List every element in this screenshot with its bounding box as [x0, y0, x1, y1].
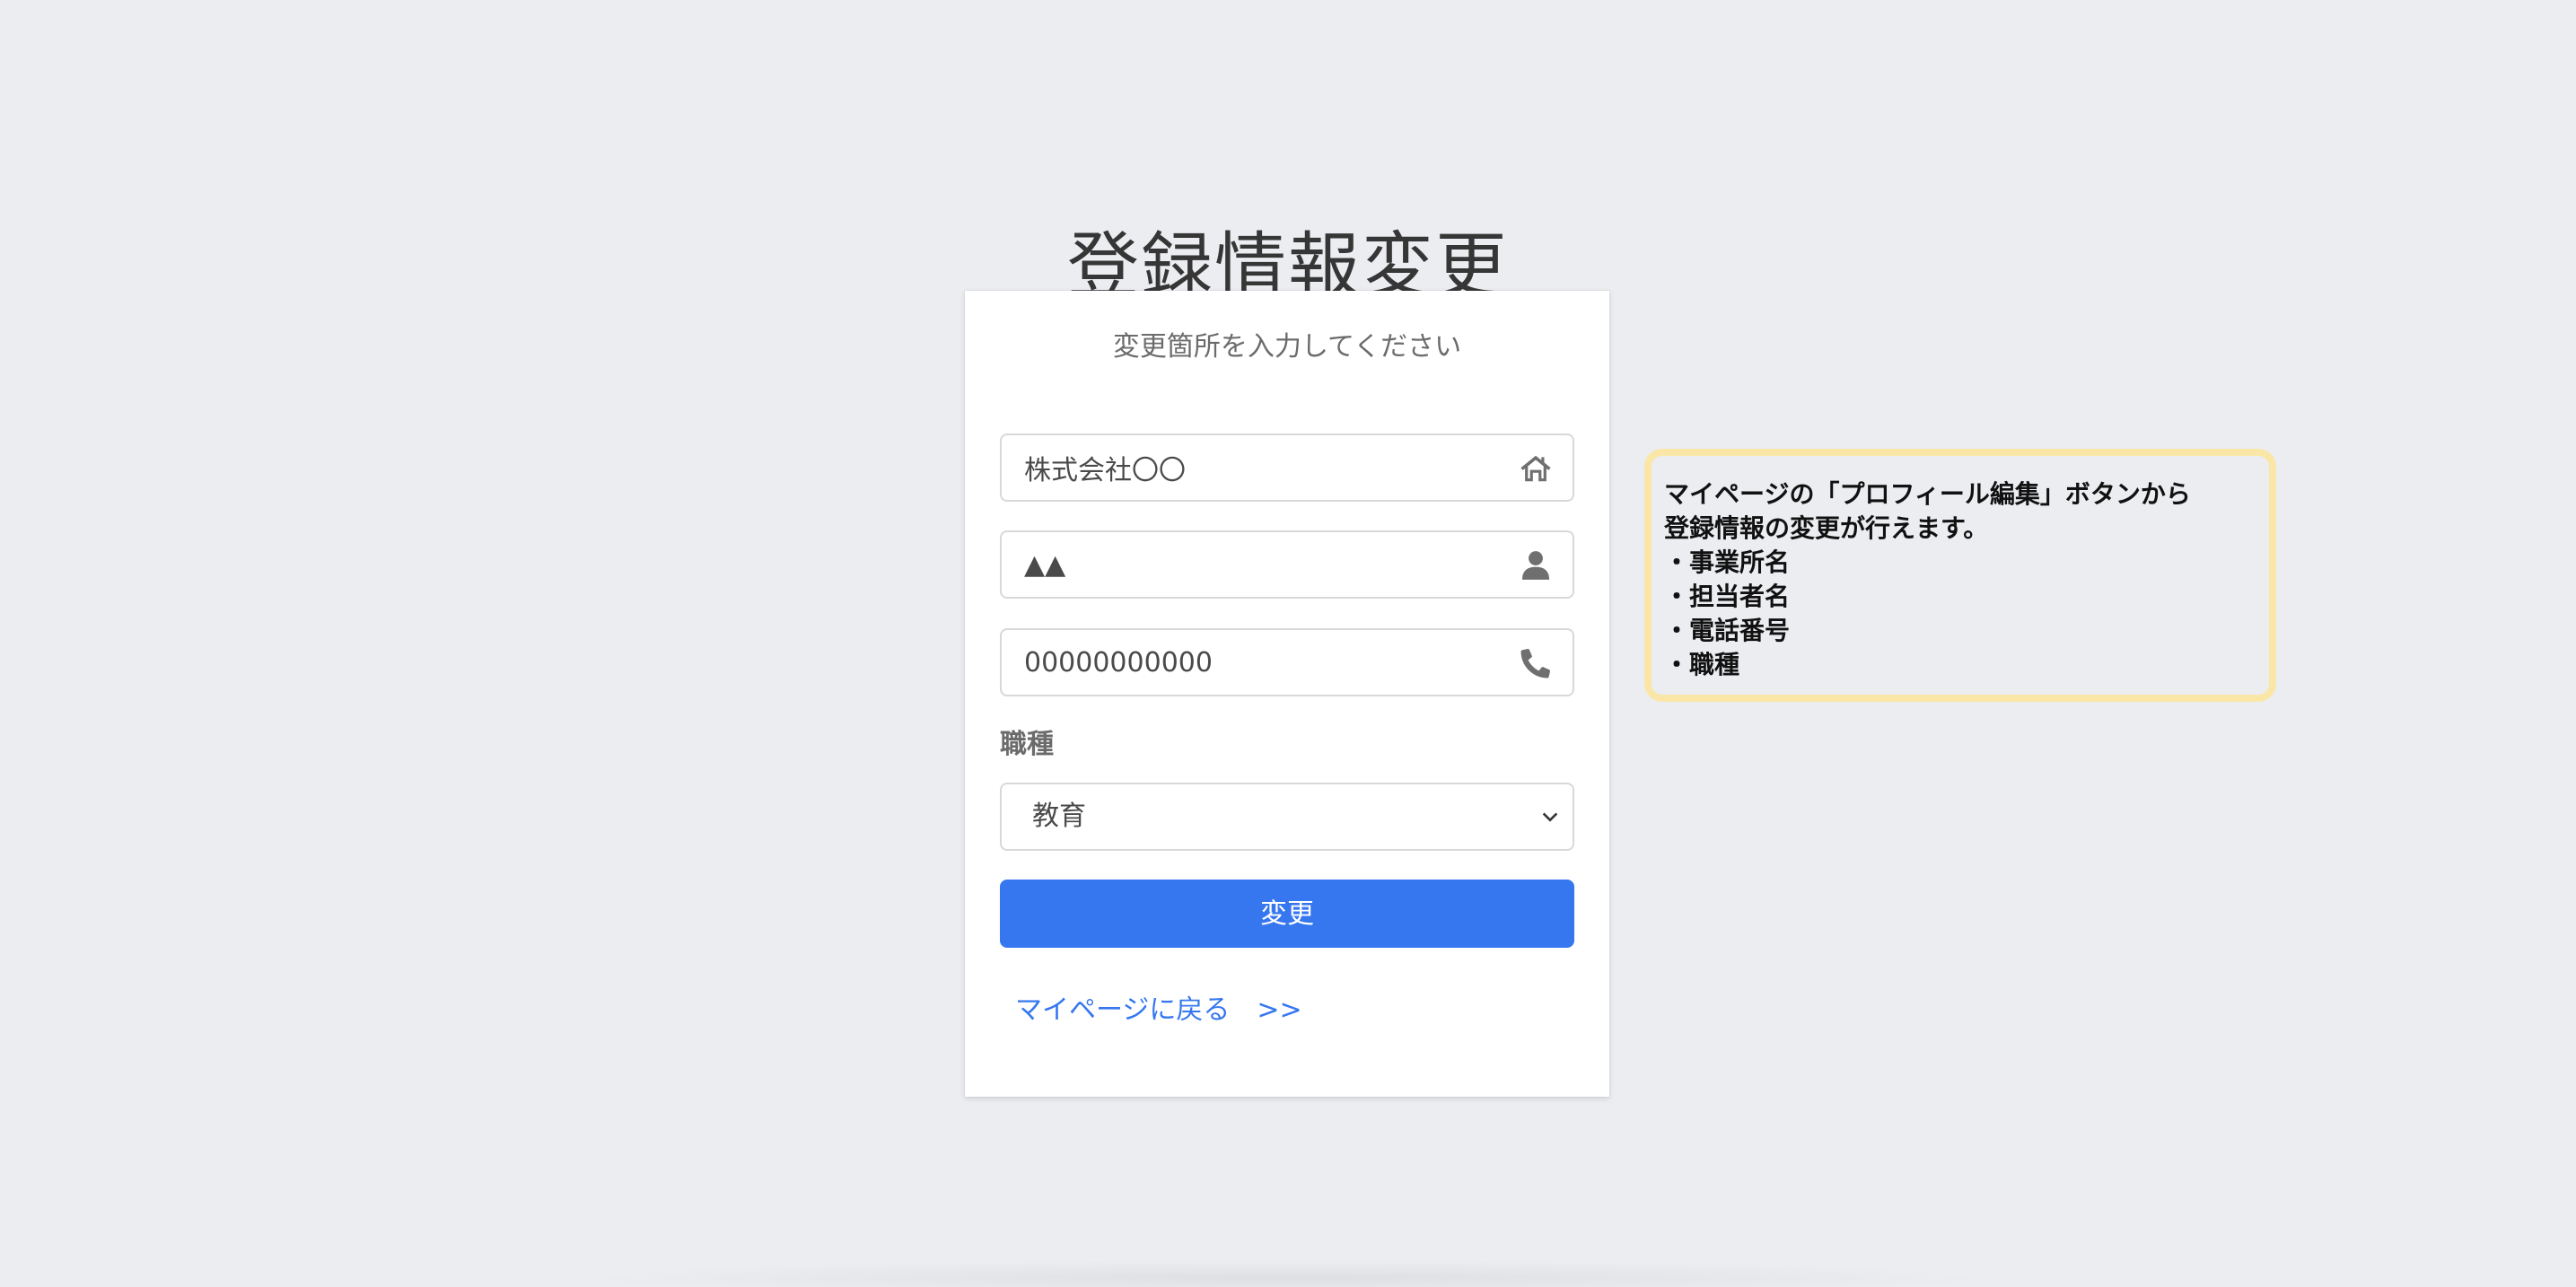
note-line: ・事業所名	[1664, 547, 1791, 577]
contact-name-input[interactable]	[1002, 532, 1573, 597]
help-note: マイページの「プロフィール編集」ボタンから 登録情報の変更が行えます。 ・事業所…	[1644, 449, 2276, 702]
page: 登録情報変更 変更箇所を入力してください 職種 教育	[0, 0, 2576, 1287]
registration-edit-card: 変更箇所を入力してください 職種 教育 変更	[965, 291, 1609, 1097]
bottom-shadow	[574, 1260, 2002, 1287]
home-icon	[1519, 451, 1553, 486]
job-type-selected-value: 教育	[1032, 801, 1086, 832]
note-line: 登録情報の変更が行えます。	[1664, 513, 1989, 543]
job-type-select[interactable]: 教育	[1000, 783, 1574, 851]
phone-input[interactable]	[1002, 630, 1573, 695]
office-name-input[interactable]	[1002, 435, 1573, 500]
office-name-field[interactable]	[1000, 433, 1574, 502]
chevron-down-icon	[1540, 808, 1560, 827]
note-line: ・担当者名	[1664, 582, 1791, 611]
contact-name-field[interactable]	[1000, 530, 1574, 599]
note-line: マイページの「プロフィール編集」ボタンから	[1664, 479, 2191, 509]
job-type-label: 職種	[1000, 729, 1054, 760]
form-subtitle: 変更箇所を入力してください	[1112, 331, 1462, 363]
submit-change-button[interactable]: 変更	[1000, 880, 1574, 948]
back-to-mypage-link[interactable]: マイページに戻る >>	[1015, 993, 1302, 1029]
phone-icon	[1519, 646, 1553, 680]
phone-field[interactable]	[1000, 628, 1574, 696]
note-line: ・電話番号	[1664, 616, 1791, 645]
user-icon	[1519, 548, 1553, 582]
note-line: ・職種	[1664, 650, 1740, 679]
